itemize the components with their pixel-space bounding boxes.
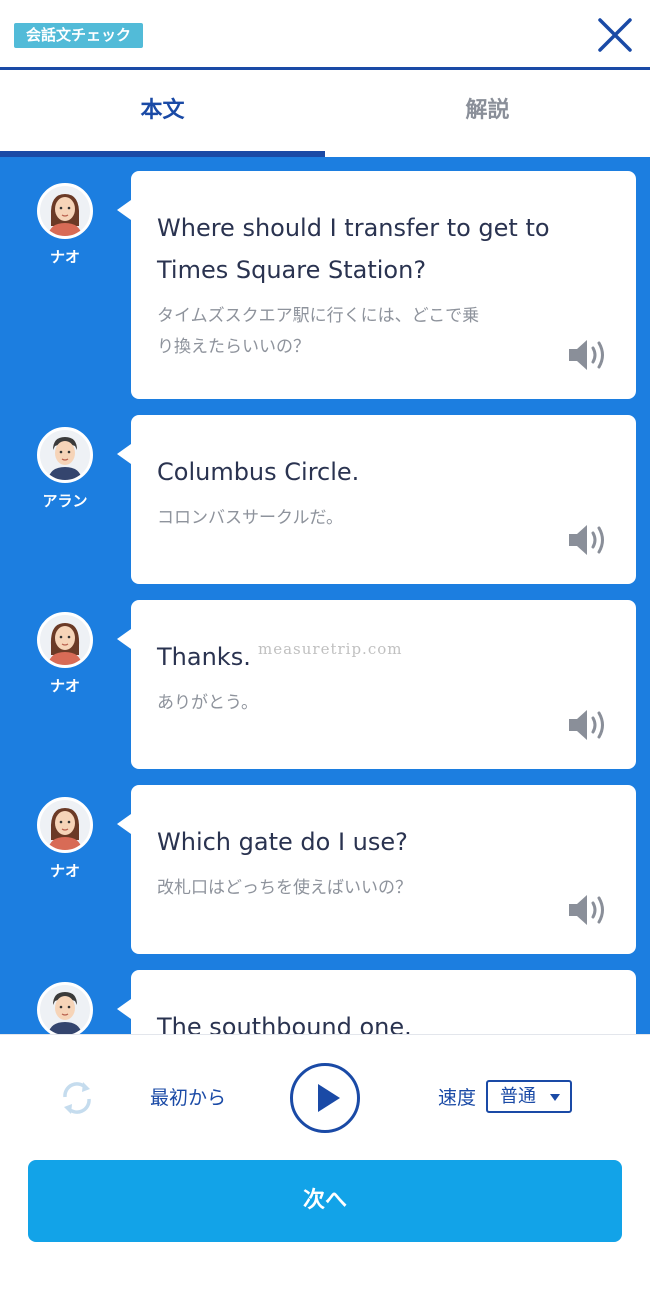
message-row: アラン Columbus Circle. コロンバスサークルだ。 <box>0 415 650 584</box>
tab-main-text[interactable]: 本文 <box>0 73 325 157</box>
audio-button[interactable] <box>566 337 610 373</box>
conversation-list[interactable]: ナオ Where should I transfer to get to Times… <box>0 157 650 1034</box>
close-icon <box>598 18 632 52</box>
english-text: The southbound one. <box>157 1013 412 1034</box>
conversation-check-badge: 会話文チェック <box>14 23 144 48</box>
repeat-button[interactable] <box>56 1077 98 1119</box>
speed-label: 速度 <box>438 1087 477 1109</box>
english-text: Which gate do I use? <box>157 828 408 856</box>
next-button[interactable]: 次へ <box>28 1160 622 1242</box>
speaker-name: アラン <box>42 492 88 510</box>
avatar <box>37 427 93 483</box>
playback-controls: 最初から 速度 普通 次へ <box>0 1034 650 1300</box>
play-button[interactable] <box>290 1063 360 1133</box>
speaker: ナオ <box>22 612 108 696</box>
app-header: 会話文チェック <box>0 0 650 70</box>
message-row: ナオ Which gate do I use? 改札口はどっちを使えばいいの？ <box>0 785 650 954</box>
japanese-translation: ありがとう。 <box>157 693 258 713</box>
message-row: アラン The southbound one. <box>0 970 650 1034</box>
audio-button[interactable] <box>566 707 610 743</box>
message-row: ナオ Where should I transfer to get to Times… <box>0 171 650 399</box>
dropdown-arrow-icon <box>550 1094 560 1101</box>
message-bubble: The southbound one. <box>117 970 636 1034</box>
restart-button[interactable]: 最初から <box>150 1083 226 1110</box>
close-button[interactable] <box>594 14 636 56</box>
speaker-icon <box>569 340 604 370</box>
audio-button[interactable] <box>566 892 610 928</box>
avatar <box>37 183 93 239</box>
speed-select[interactable]: 普通 <box>486 1080 572 1113</box>
watermark: measuretrip.com <box>258 640 403 658</box>
speaker-icon <box>569 710 604 740</box>
audio-button[interactable] <box>566 522 610 558</box>
message-row: ナオ Thanks. ありがとう。 <box>0 600 650 769</box>
speaker-icon <box>569 895 604 925</box>
japanese-translation: タイムズスクエア駅に行くには、どこで乗 <box>157 306 480 326</box>
japanese-translation: 改札口はどっちを使えばいいの？ <box>157 878 412 898</box>
message-bubble: Where should I transfer to get to Times S… <box>117 171 636 399</box>
speaker-name: ナオ <box>49 248 80 266</box>
tab-bar: 本文 解説 <box>0 73 650 157</box>
japanese-translation: コロンバスサークルだ。 <box>157 508 343 528</box>
speaker-name: ナオ <box>49 677 80 695</box>
speaker: アラン <box>22 427 108 511</box>
speaker: ナオ <box>22 797 108 881</box>
english-text: Where should I transfer to get to <box>157 214 550 242</box>
message-bubble: Thanks. ありがとう。 <box>117 600 636 769</box>
japanese-translation: り換えたらいいの？ <box>157 337 310 357</box>
speaker: アラン <box>22 982 108 1034</box>
avatar <box>37 612 93 668</box>
speaker-icon <box>569 525 604 555</box>
tab-explanation[interactable]: 解説 <box>325 73 650 157</box>
repeat-icon <box>63 1082 91 1114</box>
message-bubble: Which gate do I use? 改札口はどっちを使えばいいの？ <box>117 785 636 954</box>
message-bubble: Columbus Circle. コロンバスサークルだ。 <box>117 415 636 584</box>
english-text: Times Square Station? <box>157 256 427 284</box>
avatar <box>37 982 93 1034</box>
play-icon <box>318 1084 340 1112</box>
english-text: Columbus Circle. <box>157 458 360 486</box>
speaker-name: ナオ <box>49 862 80 880</box>
speaker: ナオ <box>22 183 108 267</box>
avatar <box>37 797 93 853</box>
speed-value: 普通 <box>500 1086 536 1107</box>
